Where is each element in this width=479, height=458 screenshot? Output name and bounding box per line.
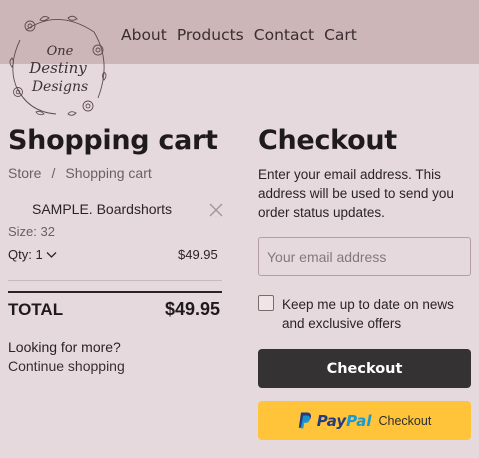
cart-item-size: Size: 32 xyxy=(8,224,55,239)
brand-logo[interactable]: One Destiny Designs xyxy=(6,10,110,120)
chevron-down-icon xyxy=(46,251,57,258)
total-divider xyxy=(8,291,222,293)
close-icon[interactable] xyxy=(208,202,224,218)
continue-shopping-link[interactable]: Continue shopping xyxy=(8,358,125,374)
paypal-wordmark: PayPal xyxy=(317,412,372,430)
breadcrumb: Store / Shopping cart xyxy=(8,165,152,181)
main-nav: About Products Contact Cart xyxy=(121,26,357,44)
newsletter-checkbox[interactable] xyxy=(258,295,274,311)
divider xyxy=(8,280,222,281)
email-field[interactable] xyxy=(258,237,471,276)
nav-cart-link[interactable]: Cart xyxy=(324,26,357,44)
cart-item-price: $49.95 xyxy=(178,247,218,262)
paypal-logo-icon xyxy=(298,412,311,429)
newsletter-label: Keep me up to date on news and exclusive… xyxy=(282,297,454,331)
nav-contact-link[interactable]: Contact xyxy=(254,26,314,44)
total-label: TOTAL xyxy=(8,300,64,319)
floral-wreath-logo-icon: One Destiny Designs xyxy=(9,15,107,116)
looking-for-more-text: Looking for more? xyxy=(8,339,121,355)
svg-text:Destiny: Destiny xyxy=(28,59,87,77)
paypal-checkout-button[interactable]: PayPal Checkout xyxy=(258,401,471,440)
header: One Destiny Designs About Products Conta… xyxy=(0,0,479,116)
total-value: $49.95 xyxy=(165,299,221,319)
breadcrumb-store-link[interactable]: Store xyxy=(8,165,41,181)
cart-item-name: SAMPLE. Boardshorts xyxy=(32,201,173,217)
svg-text:One: One xyxy=(47,44,74,59)
nav-about-link[interactable]: About xyxy=(121,26,167,44)
checkout-instructions: Enter your email address. This address w… xyxy=(258,167,454,220)
checkout-button[interactable]: Checkout xyxy=(258,349,471,388)
paypal-wordmark-pay: Pay xyxy=(316,411,347,430)
cart-title: Shopping cart xyxy=(8,125,218,156)
quantity-label: Qty: 1 xyxy=(8,247,43,262)
paypal-checkout-label: Checkout xyxy=(378,413,432,428)
breadcrumb-current: Shopping cart xyxy=(65,165,152,181)
nav-products-link[interactable]: Products xyxy=(177,26,244,44)
breadcrumb-separator: / xyxy=(51,165,56,181)
quantity-select[interactable]: Qty: 1 xyxy=(8,247,57,262)
paypal-wordmark-pal: Pal xyxy=(346,411,372,430)
svg-text:Designs: Designs xyxy=(31,79,88,95)
checkout-title: Checkout xyxy=(258,125,397,156)
